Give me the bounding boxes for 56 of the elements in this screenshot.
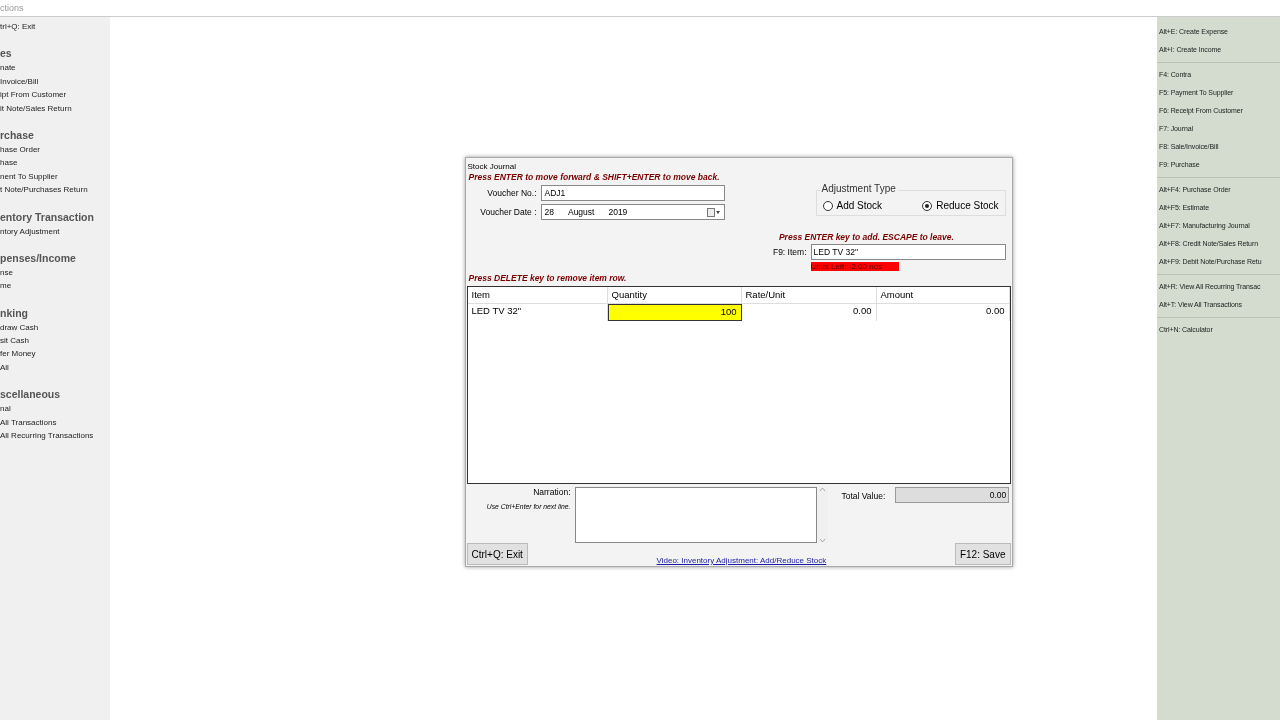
sidebar-item[interactable]: sit Cash [0,334,110,348]
sidebar-item[interactable]: draw Cash [0,320,110,335]
hint-text: Press ENTER to move forward & SHIFT+ENTER to move back. [468,172,721,182]
sidebar-item[interactable]: t Note/Purchases Return [0,183,110,197]
sidebar-item[interactable]: nate [0,61,110,75]
sidebar-item[interactable]: nse [0,265,110,280]
video-link[interactable]: Video: Inventory Adjustment: Add/Reduce Stock [527,556,955,565]
sidebar-item[interactable]: ipt From Customer [0,88,110,102]
hint-text: Press DELETE key to remove item row. [468,273,627,283]
sidebar-item[interactable]: fer Money [0,347,110,361]
column-header: Rate/Unit [741,287,877,304]
sidebar-item[interactable]: me [0,279,110,293]
exit-button[interactable]: Ctrl+Q: Exit [466,543,528,565]
table-cell[interactable]: 100 [607,304,742,321]
table-cell[interactable]: 0.00 [876,304,1010,321]
sidebar-item[interactable]: ntory Adjustment [0,224,110,238]
field-label: Total Value: [841,491,886,501]
table-cell[interactable]: 0.00 [741,304,877,321]
column-header: Amount [876,287,1010,304]
radio-option[interactable]: Reduce Stock [922,200,999,211]
sidebar-item[interactable]: hase [0,156,110,170]
sidebar-item[interactable]: All [0,360,110,375]
sidebar-item[interactable]: it Note/Sales Return [0,101,110,115]
units-left-label: Units Left: -2.00 nos [810,262,899,271]
radio-option[interactable]: Add Stock [822,200,883,211]
sidebar-item[interactable]: trl+Q: Exit [0,20,110,34]
total-value-field: 0.00 [895,487,1010,503]
sidebar-heading: es [0,46,13,62]
field-label: Narration: [532,487,571,497]
table-cell[interactable]: LED TV 32" [467,304,608,321]
item-field[interactable]: LED TV 32" [810,244,1006,260]
save-button[interactable]: F12: Save [954,543,1011,565]
voucher-no-field[interactable]: ADJ1 [540,185,725,201]
sidebar-item[interactable]: hase Order [0,142,110,157]
sidebar-heading: nking [0,305,29,321]
hint-text: Press ENTER key to add. ESCAPE to leave. [778,232,955,242]
column-header: Item [467,287,608,304]
sidebar-item[interactable]: nal [0,402,110,416]
calendar-icon[interactable] [706,207,721,217]
sidebar-heading: entory Transaction [0,209,95,225]
scroll-up-icon[interactable] [818,487,826,492]
narration-field[interactable] [574,487,817,543]
sidebar-heading: rchase [0,127,35,143]
sidebar-item[interactable]: All Recurring Transactions [0,429,110,443]
dialog-title: Stock Journal [466,161,517,172]
group-title: Adjustment Type [819,183,898,194]
field-label: Voucher Date : [479,207,538,217]
sidebar-item[interactable]: All Transactions [0,415,110,430]
field-label: Voucher No.: [486,188,538,198]
sidebar-item[interactable]: nent To Supplier [0,169,110,184]
sidebar-item[interactable]: Invoice/Bill [0,74,110,89]
scroll-down-icon[interactable] [818,538,826,543]
sidebar-heading: penses/Income [0,250,77,266]
sidebar-heading: scellaneous [0,387,62,403]
field-label: F9: Item: [772,247,807,257]
voucher-date-field[interactable]: 28 August 2019 [540,204,725,220]
